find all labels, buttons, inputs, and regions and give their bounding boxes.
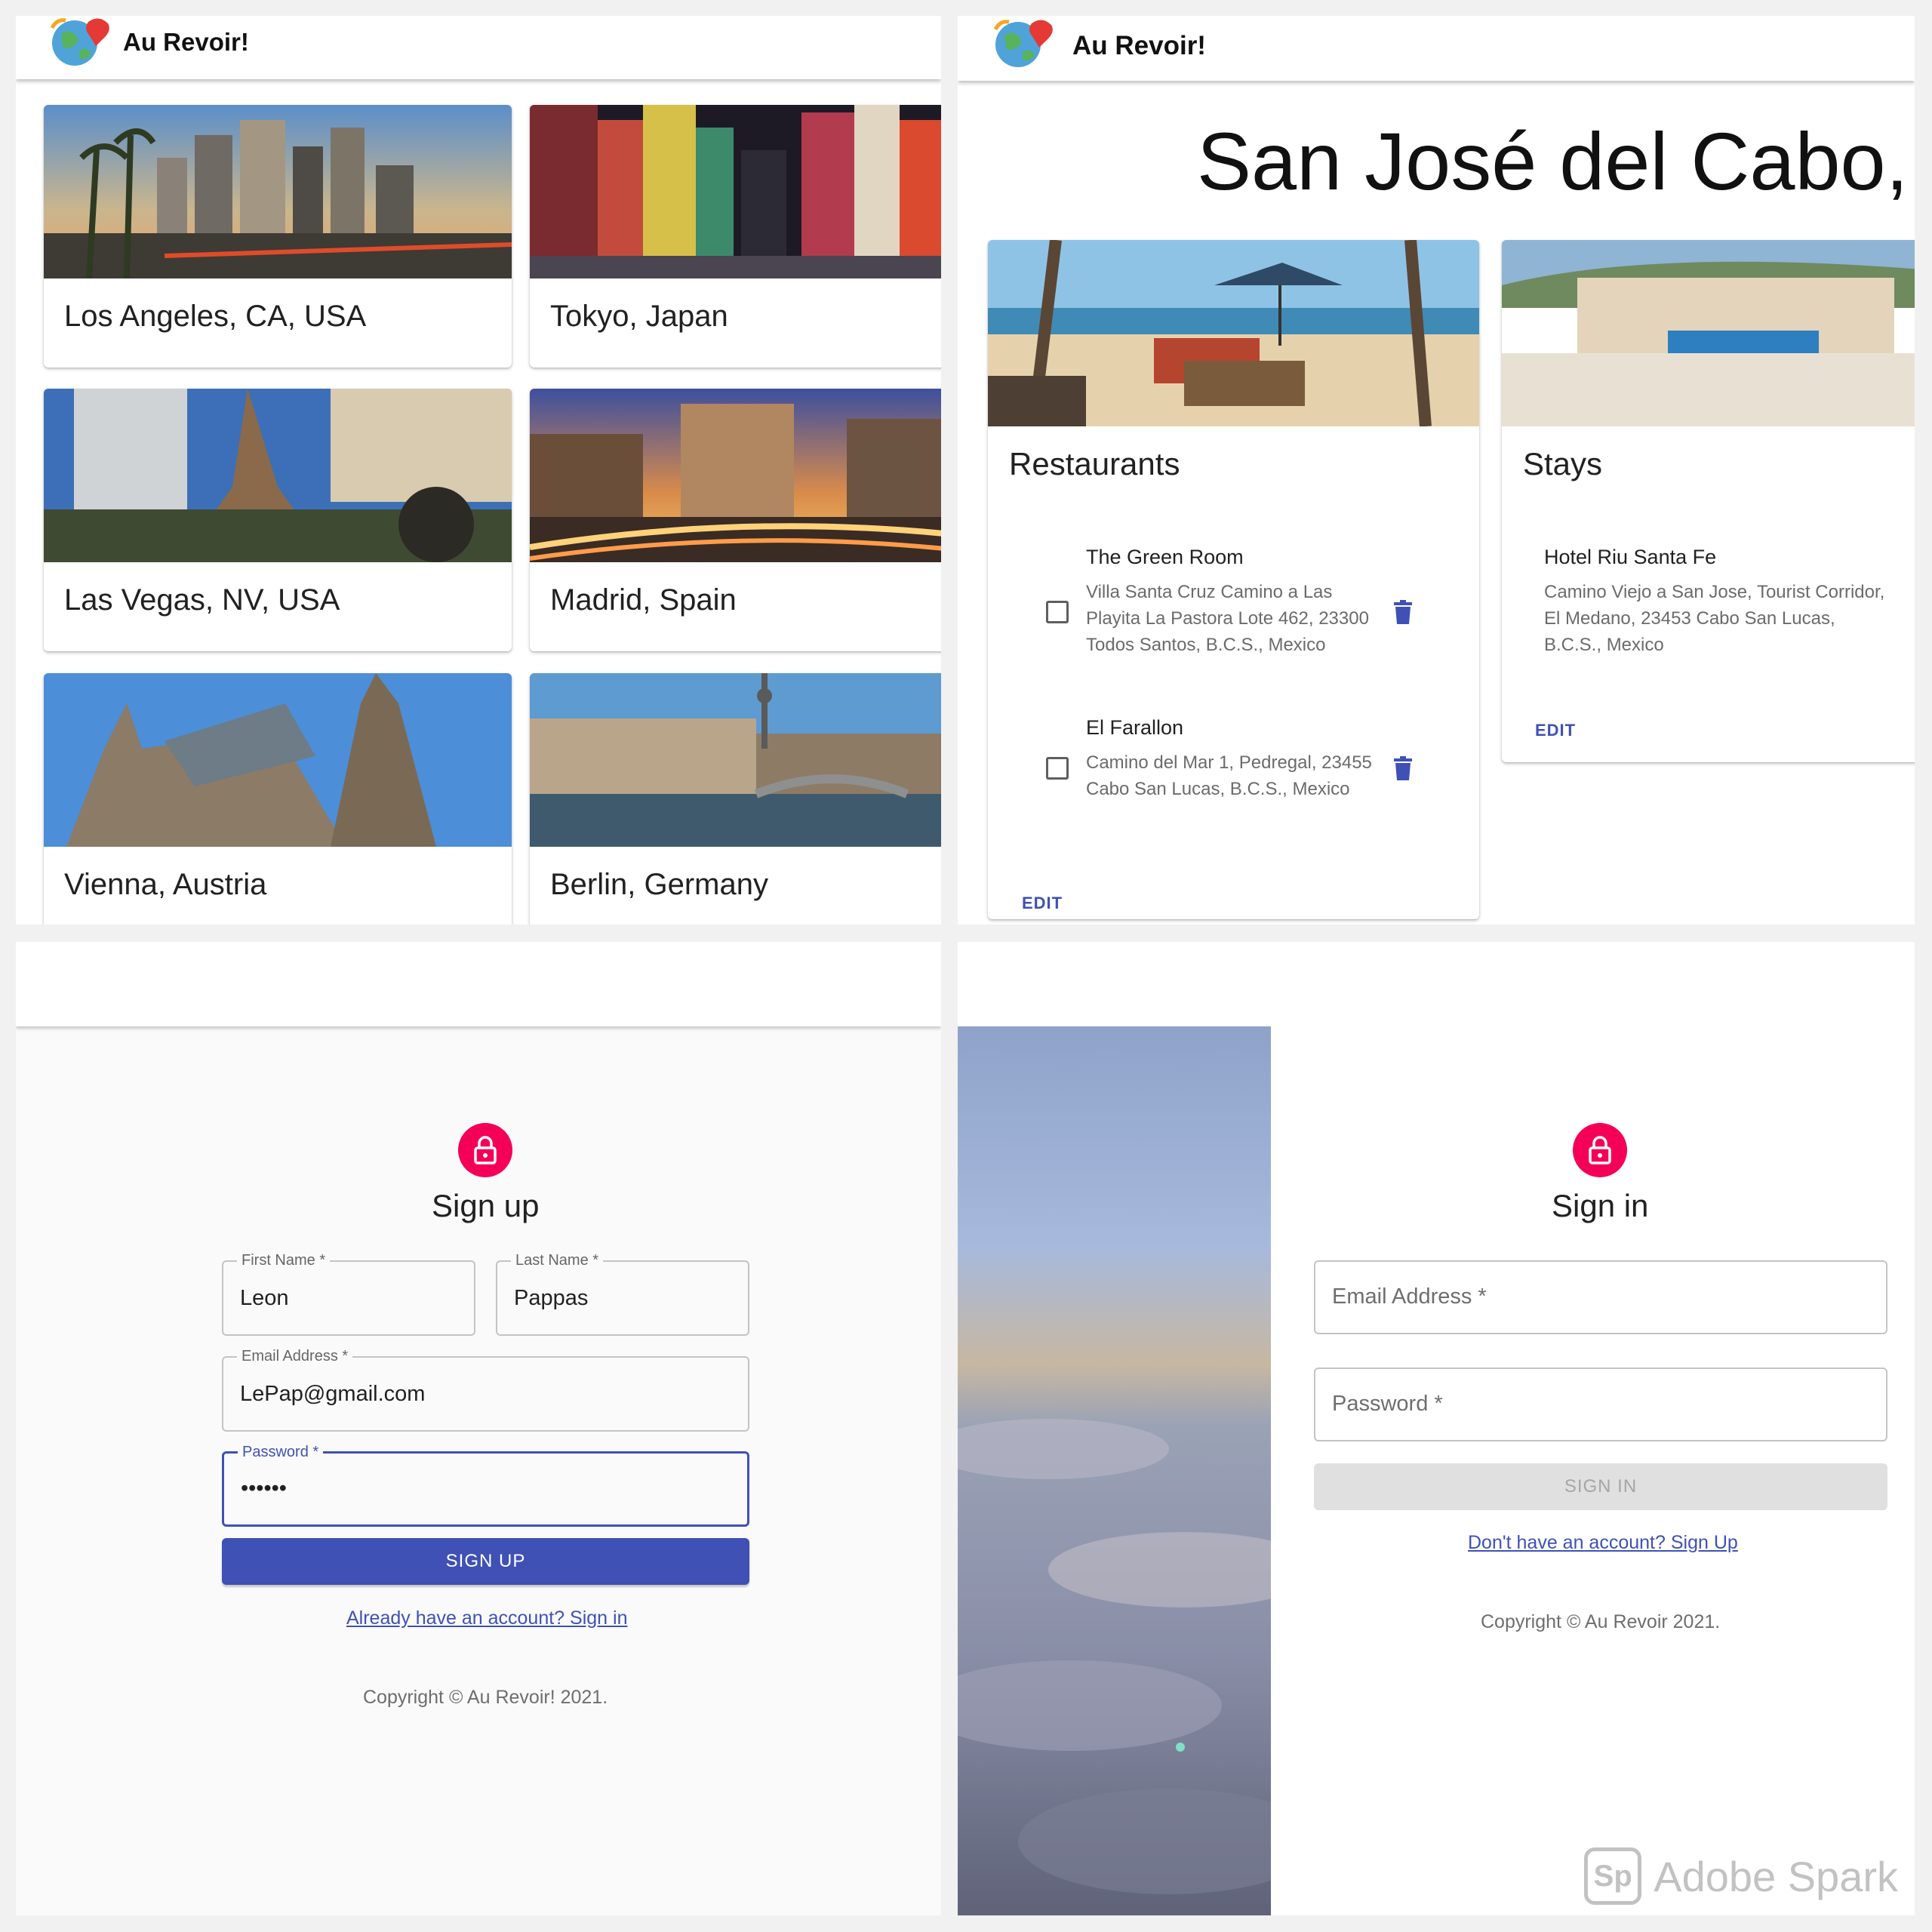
globe-logo-icon[interactable]	[45, 16, 118, 67]
email-field[interactable]: Email Address * LePap@gmail.com	[222, 1347, 749, 1432]
sky-image	[958, 1026, 1271, 1915]
sign-up-button[interactable]: SIGN UP	[222, 1538, 749, 1585]
top-bar	[958, 942, 1915, 1026]
place-name: Hotel Riu Santa Fe	[1544, 546, 1717, 568]
field-value: Pappas	[514, 1286, 589, 1310]
place-address: Camino Viejo a San Jose, Tourist Corrido…	[1544, 582, 1885, 655]
lock-avatar	[1573, 1123, 1627, 1177]
globe-logo-icon[interactable]	[988, 16, 1062, 69]
city-name: Los Angeles, CA, USA	[64, 300, 367, 333]
restaurants-image	[988, 240, 1479, 426]
first-name-field[interactable]: First Name * Leon	[222, 1251, 475, 1336]
lock-icon	[474, 1136, 497, 1164]
field-label: Email Address *	[237, 1347, 353, 1365]
city-name: Las Vegas, NV, USA	[64, 583, 340, 617]
email-input[interactable]: Email Address *	[1314, 1260, 1887, 1334]
lock-avatar	[458, 1123, 512, 1177]
signup-screen: Sign up First Name * Leon Last Name * Pa…	[16, 942, 941, 1915]
city-card-los-angeles[interactable]: Los Angeles, CA, USA	[44, 105, 512, 368]
city-image	[530, 105, 941, 278]
password-input[interactable]: Password *	[1314, 1367, 1887, 1441]
brand-title[interactable]: Au Revoir!	[1072, 31, 1206, 61]
place-name: El Farallon	[1086, 716, 1184, 739]
trash-icon[interactable]	[1394, 756, 1412, 780]
field-value: LePap@gmail.com	[240, 1382, 426, 1406]
app-bar: Au Revoir!	[958, 16, 1915, 81]
city-card-tokyo[interactable]: Tokyo, Japan	[530, 105, 941, 368]
sign-in-link[interactable]: Already have an account? Sign in	[346, 1607, 627, 1629]
city-image	[530, 673, 941, 847]
stays-heading: Stays	[1523, 446, 1603, 481]
place-name: The Green Room	[1086, 546, 1244, 568]
field-value: Leon	[240, 1286, 289, 1310]
watermark-text: Adobe Spark	[1654, 1852, 1898, 1900]
restaurants-card: Restaurants The Green Room Villa Santa C…	[988, 240, 1479, 919]
city-name: Berlin, Germany	[550, 868, 768, 901]
restaurants-heading: Restaurants	[1009, 446, 1180, 481]
trash-icon[interactable]	[1394, 600, 1412, 624]
city-image	[530, 389, 941, 562]
city-card-las-vegas[interactable]: Las Vegas, NV, USA	[44, 389, 512, 651]
destination-screen: Au Revoir! San José del Cabo, B Restaura…	[958, 16, 1915, 924]
field-label: First Name *	[237, 1251, 331, 1269]
city-card-berlin[interactable]: Berlin, Germany	[530, 673, 941, 924]
last-name-field[interactable]: Last Name * Pappas	[496, 1251, 749, 1336]
destination-title: San José del Cabo, B	[1197, 115, 1915, 207]
app-bar: Au Revoir!	[16, 16, 941, 79]
brand-title[interactable]: Au Revoir!	[123, 28, 249, 57]
field-label: Last Name *	[511, 1251, 604, 1269]
city-image	[44, 673, 512, 847]
field-value: ••••••	[241, 1476, 287, 1500]
place-address: Villa Santa Cruz Camino a Las Playita La…	[1086, 582, 1369, 655]
adobe-spark-watermark: Sp Adobe Spark	[1584, 1847, 1898, 1905]
spark-logo-icon: Sp	[1584, 1847, 1642, 1905]
sign-up-link[interactable]: Don't have an account? Sign Up	[1468, 1532, 1738, 1554]
stays-card: Stays Hotel Riu Santa Fe Camino Viejo a …	[1502, 240, 1915, 762]
signup-title: Sign up	[432, 1188, 540, 1223]
checkbox-icon[interactable]	[1046, 601, 1069, 623]
edit-stays-button[interactable]: EDIT	[1535, 721, 1576, 740]
cities-screen: Au Revoir! Los Angeles, CA, USA Tokyo, J…	[16, 16, 941, 924]
city-image	[44, 389, 512, 562]
place-address: Camino del Mar 1, Pedregal, 23455 Cabo S…	[1086, 752, 1372, 799]
field-label: Password *	[238, 1443, 324, 1461]
city-card-madrid[interactable]: Madrid, Spain	[530, 389, 941, 651]
field-placeholder: Password *	[1332, 1392, 1443, 1416]
lock-icon	[1589, 1136, 1611, 1164]
password-field[interactable]: Password * ••••••	[222, 1443, 749, 1527]
signin-screen: Sign in Email Address * Password * SIGN …	[958, 942, 1915, 1915]
city-card-vienna[interactable]: Vienna, Austria	[44, 673, 512, 924]
checkbox-icon[interactable]	[1046, 757, 1069, 780]
edit-restaurants-button[interactable]: EDIT	[1022, 894, 1063, 913]
stays-image	[1502, 240, 1915, 426]
city-name: Tokyo, Japan	[550, 300, 728, 333]
copyright-text: Copyright © Au Revoir 2021.	[1481, 1611, 1721, 1632]
city-name: Vienna, Austria	[64, 868, 267, 901]
city-name: Madrid, Spain	[550, 583, 737, 617]
sign-in-button[interactable]: SIGN IN	[1314, 1463, 1887, 1510]
city-image	[44, 105, 512, 278]
top-bar	[16, 942, 941, 1026]
copyright-text: Copyright © Au Revoir! 2021.	[363, 1687, 608, 1708]
signin-title: Sign in	[1552, 1188, 1649, 1223]
field-placeholder: Email Address *	[1332, 1284, 1487, 1309]
